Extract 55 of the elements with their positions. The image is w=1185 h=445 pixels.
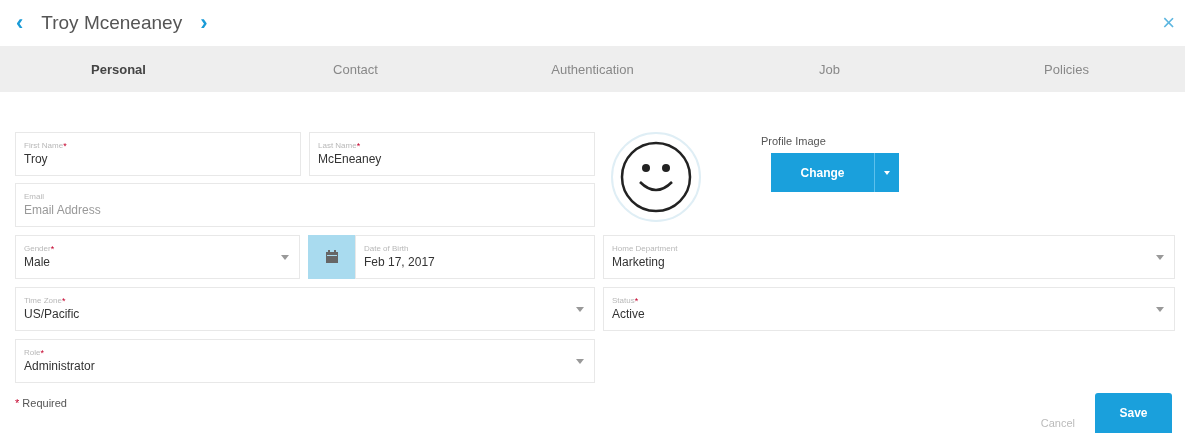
dropdown-field[interactable]: Role* Administrator (15, 339, 595, 383)
field-label: Time Zone* (24, 296, 66, 306)
caret-icon (576, 358, 584, 364)
field-label: Gender* (24, 244, 55, 254)
field-label: First Name* (24, 141, 67, 151)
previous-button[interactable]: ‹ (10, 12, 30, 34)
field-label: Status* (612, 296, 639, 306)
field-label: Role* (24, 348, 44, 358)
tab[interactable]: Contact (237, 46, 474, 92)
field-placeholder: Email Address (24, 202, 101, 218)
tab[interactable]: Authentication (474, 46, 711, 92)
page-title: Troy Mceneaney (41, 12, 183, 34)
field-label: Email (24, 192, 44, 202)
field-value: Troy (24, 151, 48, 167)
close-button[interactable]: × (1162, 10, 1175, 36)
date-field[interactable]: Date of Birth Feb 17, 2017 (355, 235, 595, 279)
field-value: US/Pacific (24, 306, 80, 322)
field-value: Marketing (612, 254, 665, 270)
dropdown-field[interactable]: Home Department Marketing (603, 235, 1175, 279)
caret-icon (281, 254, 289, 260)
calendar-icon (324, 250, 339, 264)
field-label: Date of Birth (364, 244, 409, 254)
profile-image-label: Profile Image (761, 135, 827, 147)
tab[interactable]: Personal (0, 46, 237, 92)
field-label: Home Department (612, 244, 678, 254)
dropdown-field[interactable]: Status* Active (603, 287, 1175, 331)
change-button[interactable]: Change (771, 153, 874, 192)
field-value: Feb 17, 2017 (364, 254, 435, 270)
caret-icon (576, 306, 584, 312)
tab[interactable]: Job (711, 46, 948, 92)
required-mark: * (40, 348, 44, 358)
save-button[interactable]: Save (1095, 393, 1172, 433)
required-mark: * (50, 244, 55, 254)
field-value: McEneaney (318, 151, 382, 167)
cancel-button[interactable]: Cancel (1040, 417, 1075, 433)
tab[interactable]: Policies (948, 46, 1185, 92)
field-value: Male (24, 254, 50, 270)
field-value: Administrator (24, 358, 95, 374)
calendar-button[interactable] (308, 235, 355, 279)
caret-icon (1156, 306, 1164, 312)
next-button[interactable]: › (194, 12, 214, 34)
required-mark: * (63, 141, 67, 151)
field-value: Active (612, 306, 645, 322)
field-label: Last Name* (318, 141, 361, 151)
dropdown-field[interactable]: Gender* Male (15, 235, 300, 279)
dropdown-field[interactable]: Time Zone* US/Pacific (15, 287, 595, 331)
required-mark: * (356, 141, 361, 151)
required-mark: * (61, 296, 66, 306)
text-field[interactable]: Last Name* McEneaney (309, 132, 595, 176)
text-field[interactable]: Email Email Address (15, 183, 595, 227)
avatar-smiley-icon (611, 132, 701, 222)
text-field[interactable]: First Name* Troy (15, 132, 301, 176)
caret-icon (1156, 254, 1164, 260)
caret-icon (884, 170, 890, 175)
required-note: * Required (15, 397, 67, 409)
